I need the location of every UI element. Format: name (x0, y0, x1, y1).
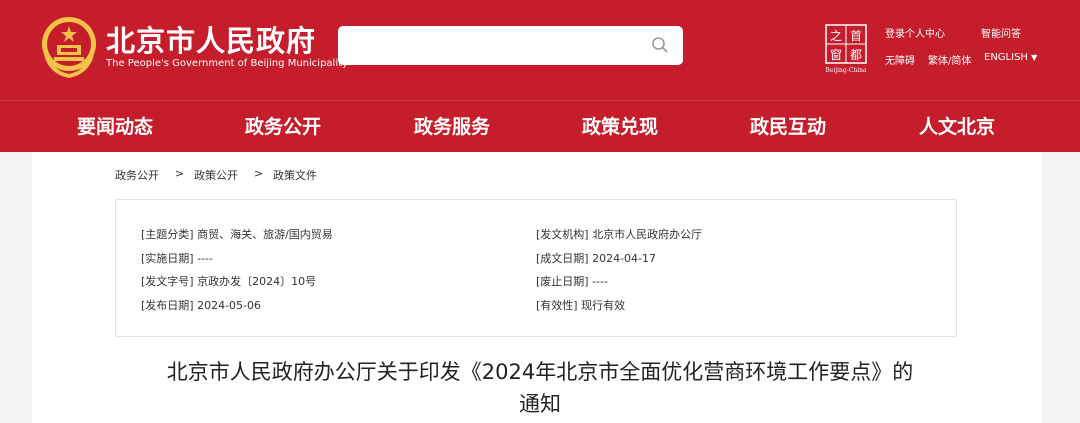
capital-window-seal-icon[interactable]: 首 都 之 窗 Beijing-China (823, 24, 869, 74)
site-header: 北京市人民政府 The People's Government of Beiji… (0, 0, 1080, 100)
site-name-english[interactable]: The People's Government of Beijing Munic… (106, 58, 348, 69)
nav-item-culture-beijing[interactable]: 人文北京 (873, 101, 1041, 153)
breadcrumb-item-policy-documents[interactable]: 政策文件 (273, 167, 317, 183)
search-icon[interactable] (651, 36, 669, 54)
meta-abolish-date: [废止日期] ---- (536, 275, 608, 288)
svg-text:窗: 窗 (830, 48, 842, 62)
meta-document-number: [发文字号] 京政办发〔2024〕10号 (141, 275, 317, 288)
svg-text:首: 首 (850, 29, 862, 43)
document-title-line-2: 通知 (519, 392, 561, 416)
meta-created-date: [成文日期] 2024-04-17 (536, 252, 657, 265)
document-title-line-1: 北京市人民政府办公厅关于印发《2024年北京市全面优化营商环境工作要点》的 (166, 360, 914, 384)
svg-text:之: 之 (830, 29, 842, 43)
svg-text:都: 都 (850, 48, 862, 62)
svg-text:Beijing-China: Beijing-China (825, 67, 867, 74)
nav-item-policy-fulfillment[interactable]: 政策兑现 (536, 101, 704, 153)
breadcrumb-separator: > (175, 167, 185, 180)
personal-center-link[interactable]: 登录个人中心 (885, 25, 945, 40)
meta-validity: [有效性] 现行有效 (536, 299, 626, 312)
meta-publish-date: [发布日期] 2024-05-06 (141, 299, 262, 312)
nav-item-public-interaction[interactable]: 政民互动 (704, 101, 872, 153)
site-name[interactable]: 北京市人民政府 (106, 18, 316, 60)
meta-topic: [主题分类] 商贸、海关、旅游/国内贸易 (141, 228, 333, 241)
national-emblem-icon[interactable] (40, 14, 98, 78)
nav-item-government-services[interactable]: 政务服务 (368, 101, 536, 153)
english-label: ENGLISH (984, 52, 1028, 63)
document-title: 北京市人民政府办公厅关于印发《2024年北京市全面优化营商环境工作要点》的 通知 (60, 356, 1020, 420)
chevron-down-icon: ▼ (1031, 53, 1038, 62)
english-link[interactable]: ENGLISH ▼ (984, 52, 1037, 63)
main-nav: 要闻动态 政务公开 政务服务 政策兑现 政民互动 人文北京 (0, 100, 1080, 152)
nav-item-news[interactable]: 要闻动态 (31, 101, 199, 153)
traditional-simplified-link[interactable]: 繁体/简体 (928, 52, 971, 67)
smart-qa-link[interactable]: 智能问答 (981, 25, 1021, 40)
accessibility-link[interactable]: 无障碍 (885, 52, 915, 67)
breadcrumb-item-government-affairs[interactable]: 政务公开 (115, 167, 159, 183)
nav-item-government-affairs[interactable]: 政务公开 (199, 101, 367, 153)
meta-effective-date: [实施日期] ---- (141, 252, 213, 265)
document-metadata-box (115, 199, 957, 337)
breadcrumb-item-policy-disclosure[interactable]: 政策公开 (194, 167, 238, 183)
meta-issuer: [发文机构] 北京市人民政府办公厅 (536, 228, 703, 241)
search-box[interactable] (338, 26, 683, 65)
breadcrumb-separator: > (254, 167, 264, 180)
